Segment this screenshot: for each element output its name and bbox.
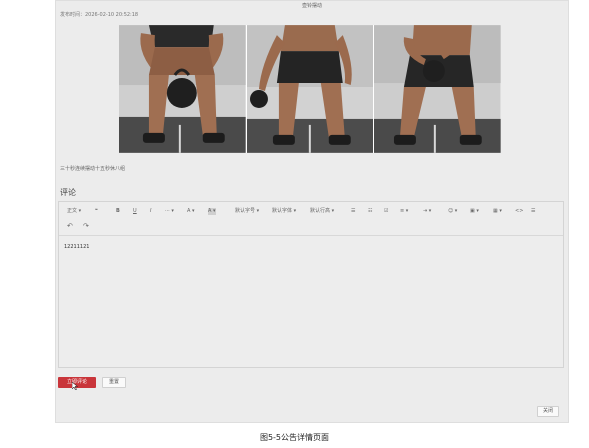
numbered-list-icon[interactable]: ☷: [368, 208, 372, 215]
font-color-icon[interactable]: A ▾: [187, 208, 195, 215]
line-height-select[interactable]: 默认行高 ▾: [310, 208, 334, 215]
emoji-icon[interactable]: ☺ ▾: [448, 208, 457, 215]
paragraph-style-select[interactable]: 正文 ▾: [67, 208, 81, 215]
kettlebell-jump-photo: [374, 25, 502, 153]
quote-icon[interactable]: ❝: [95, 208, 98, 215]
background-color-icon[interactable]: A ▾: [208, 208, 216, 215]
code-icon[interactable]: <>: [515, 208, 523, 215]
image-icon[interactable]: ▣ ▾: [470, 208, 479, 215]
dialog-title: 壶铃摆动: [301, 3, 322, 9]
font-size-select[interactable]: 默认字号 ▾: [235, 208, 259, 215]
italic-icon[interactable]: I: [150, 208, 151, 215]
publish-time: 发布时间：2026-02-10 20:52:18: [60, 12, 139, 18]
photo-strip: [119, 25, 502, 153]
more-styles-icon[interactable]: ··· ▾: [165, 208, 174, 215]
indent-icon[interactable]: ⇥ ▾: [423, 208, 431, 215]
align-icon[interactable]: ≡ ▾: [400, 208, 408, 215]
mouse-cursor-icon: [72, 382, 78, 390]
redo-icon[interactable]: ↷: [83, 223, 89, 230]
comment-editor[interactable]: 正文 ▾ ❝ B U I ··· ▾ A ▾ A ▾ 默认字号 ▾ 默认字体 ▾…: [58, 201, 564, 368]
editor-toolbar: 正文 ▾ ❝ B U I ··· ▾ A ▾ A ▾ 默认字号 ▾ 默认字体 ▾…: [59, 202, 563, 236]
undo-icon[interactable]: ↶: [67, 223, 73, 230]
reset-button[interactable]: 重置: [102, 377, 126, 388]
table-icon[interactable]: ▦ ▾: [493, 208, 502, 215]
kettlebell-swing-photo: [246, 25, 374, 153]
kettlebell-squat-photo: [119, 25, 246, 153]
announcement-description: 三十秒连续摆动十五秒休八组: [60, 166, 126, 172]
figure-caption: 图5-5公告详情页面: [259, 433, 330, 442]
bullet-list-icon[interactable]: ☰: [351, 208, 355, 215]
font-family-select[interactable]: 默认字体 ▾: [272, 208, 296, 215]
close-button[interactable]: 关闭: [537, 406, 559, 417]
todo-list-icon[interactable]: ☑: [384, 208, 388, 215]
divider-icon[interactable]: ☰: [531, 208, 535, 215]
comment-section-title: 评论: [60, 188, 76, 197]
bold-icon[interactable]: B: [116, 208, 120, 215]
underline-icon[interactable]: U: [133, 208, 137, 215]
announcement-detail-dialog: 壶铃摆动 发布时间：2026-02-10 20:52:18 三十秒连续摆动十五秒…: [55, 0, 569, 423]
comment-text[interactable]: 12211121: [64, 244, 89, 250]
